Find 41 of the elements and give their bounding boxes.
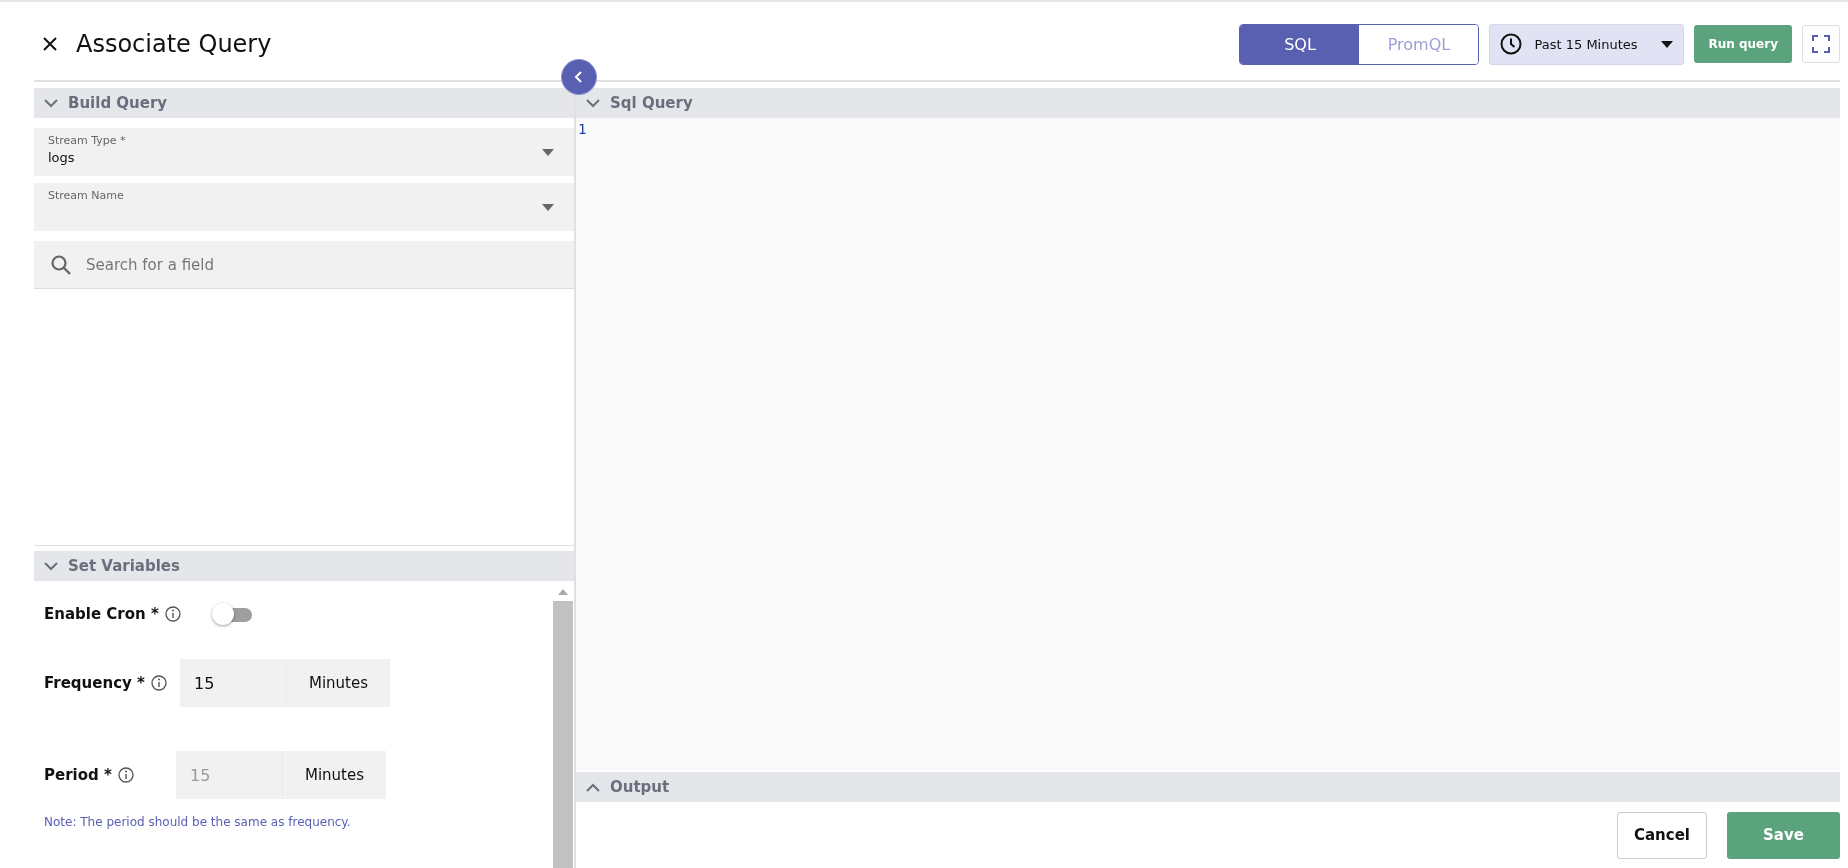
save-button[interactable]: Save: [1727, 811, 1840, 859]
fullscreen-button[interactable]: [1802, 25, 1840, 63]
collapse-button[interactable]: [561, 59, 597, 95]
info-icon: [150, 675, 167, 691]
section-header[interactable]: Build Query: [34, 88, 574, 118]
select-value: logs: [48, 150, 76, 165]
time-range-picker[interactable]: Past 15 Minutes: [1489, 23, 1685, 65]
number-input[interactable]: 15: [180, 659, 286, 707]
chevron-left-icon: [573, 71, 585, 83]
caret-icon: [542, 203, 554, 211]
clock-icon: [1500, 33, 1523, 55]
section-header[interactable]: Set Variables: [34, 551, 574, 581]
info-icon: [164, 606, 181, 622]
code-editor[interactable]: 1: [576, 118, 1840, 770]
line-number: 1: [578, 121, 588, 137]
dialog-title: Associate Query: [76, 30, 272, 58]
search-field[interactable]: Search for a field: [34, 241, 574, 289]
info-icon: [117, 767, 134, 783]
select-label: Stream Name: [48, 189, 125, 202]
stream-select[interactable]: Stream Type * logs: [34, 128, 574, 176]
section-header[interactable]: Output: [576, 772, 1840, 802]
search-icon: [50, 253, 72, 276]
field-label: Period *: [44, 766, 112, 784]
cancel-button[interactable]: Cancel: [1617, 811, 1707, 859]
chevron-up-icon: [586, 782, 600, 792]
note-text: Note: The period should be the same as frequency.: [44, 815, 352, 829]
field-label: Frequency *: [44, 674, 145, 692]
section-header[interactable]: Sql Query: [576, 88, 1840, 118]
select-label: Stream Type *: [48, 134, 127, 147]
search-input[interactable]: Search for a field: [84, 254, 558, 275]
number-field[interactable]: 15 Minutes: [180, 659, 390, 707]
stream-select[interactable]: Stream Name: [34, 183, 574, 231]
field-label: Enable Cron *: [44, 605, 159, 623]
chevron-down-icon: [586, 98, 600, 108]
caret-icon: [1661, 40, 1674, 48]
caret-icon: [542, 148, 554, 156]
run-query-button[interactable]: Run query: [1694, 25, 1792, 63]
fullscreen-icon: [1812, 35, 1830, 53]
chevron-down-icon: [44, 98, 58, 108]
chevron-down-icon: [44, 561, 58, 571]
query-type-tab[interactable]: SQL: [1240, 24, 1360, 64]
